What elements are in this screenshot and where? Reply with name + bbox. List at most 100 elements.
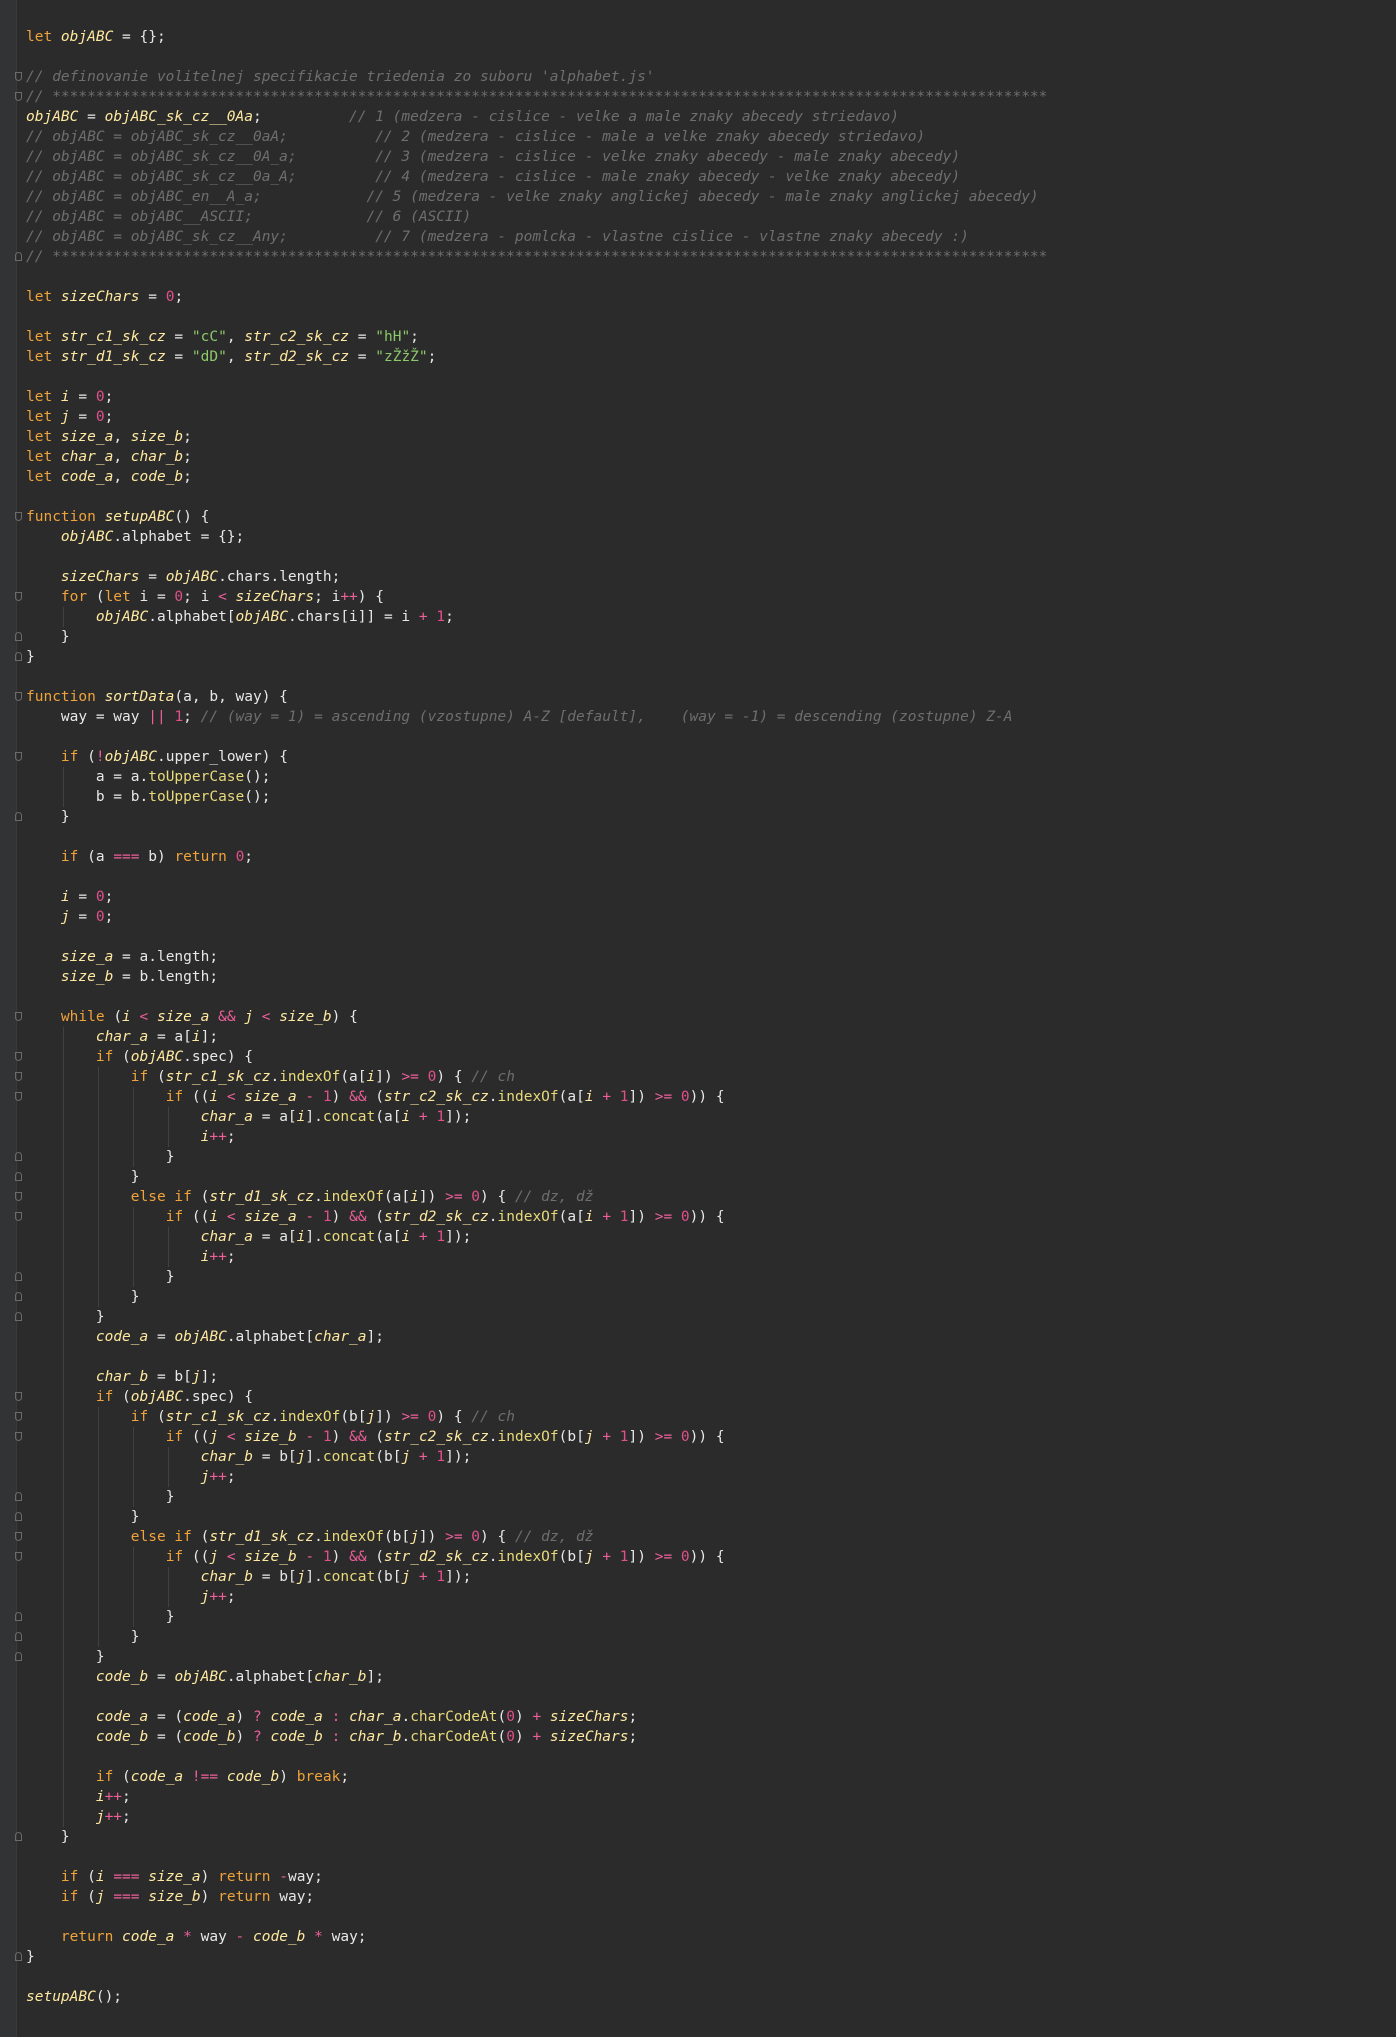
code-area[interactable]: let objABC = {}; // definovanie voliteln… (15, 27, 1396, 2007)
code-line[interactable]: } (15, 647, 1396, 667)
code-line[interactable]: if (objABC.spec) { (15, 1387, 1396, 1407)
code-line[interactable]: char_b = b[j].concat(b[j + 1]); (26, 1567, 1396, 1587)
fold-open-icon[interactable] (15, 92, 22, 101)
fold-close-icon[interactable] (15, 1612, 22, 1621)
code-line[interactable]: j++; (26, 1587, 1396, 1607)
code-line[interactable]: for (let i = 0; i < sizeChars; i++) { (15, 587, 1396, 607)
code-line[interactable]: let code_a, code_b; (26, 467, 1396, 487)
code-line[interactable]: char_a = a[i]; (26, 1027, 1396, 1047)
code-line[interactable] (26, 1747, 1396, 1767)
fold-close-icon[interactable] (15, 1952, 22, 1961)
fold-open-icon[interactable] (15, 752, 22, 761)
fold-close-icon[interactable] (15, 1632, 22, 1641)
code-line[interactable]: a = a.toUpperCase(); (26, 767, 1396, 787)
fold-close-icon[interactable] (15, 1152, 22, 1161)
fold-open-icon[interactable] (15, 72, 22, 81)
code-line[interactable]: } (15, 1627, 1396, 1647)
code-line[interactable]: let i = 0; (26, 387, 1396, 407)
fold-close-icon[interactable] (15, 1832, 22, 1841)
fold-open-icon[interactable] (15, 1212, 22, 1221)
code-line[interactable] (26, 1347, 1396, 1367)
code-line[interactable]: char_b = b[j].concat(b[j + 1]); (26, 1447, 1396, 1467)
code-line[interactable]: function setupABC() { (15, 507, 1396, 527)
code-line[interactable]: } (15, 1827, 1396, 1847)
code-line[interactable] (26, 727, 1396, 747)
code-line[interactable]: if (objABC.spec) { (15, 1047, 1396, 1067)
code-line[interactable]: } (15, 1947, 1396, 1967)
code-line[interactable]: } (15, 627, 1396, 647)
code-line[interactable]: } (15, 1167, 1396, 1187)
code-line[interactable]: let char_a, char_b; (26, 447, 1396, 467)
code-line[interactable] (26, 367, 1396, 387)
fold-open-icon[interactable] (15, 1412, 22, 1421)
code-line[interactable] (26, 267, 1396, 287)
code-line[interactable]: setupABC(); (26, 1987, 1396, 2007)
code-line[interactable]: let objABC = {}; (26, 27, 1396, 47)
fold-close-icon[interactable] (15, 252, 22, 261)
code-line[interactable]: function sortData(a, b, way) { (15, 687, 1396, 707)
code-line[interactable]: // objABC = objABC_sk_cz__0a_A; // 4 (me… (26, 167, 1396, 187)
code-line[interactable]: j++; (26, 1467, 1396, 1487)
code-line[interactable]: else if (str_d1_sk_cz.indexOf(b[j]) >= 0… (15, 1527, 1396, 1547)
code-line[interactable]: objABC = objABC_sk_cz__0Aa; // 1 (medzer… (26, 107, 1396, 127)
code-line[interactable]: // *************************************… (15, 87, 1396, 107)
code-line[interactable] (26, 1687, 1396, 1707)
fold-open-icon[interactable] (15, 1012, 22, 1021)
code-line[interactable]: // objABC = objABC__ASCII; // 6 (ASCII) (26, 207, 1396, 227)
fold-open-icon[interactable] (15, 1092, 22, 1101)
fold-open-icon[interactable] (15, 1072, 22, 1081)
code-line[interactable]: // objABC = objABC_sk_cz__0aA; // 2 (med… (26, 127, 1396, 147)
code-line[interactable] (26, 307, 1396, 327)
code-line[interactable]: if ((i < size_a - 1) && (str_c2_sk_cz.in… (15, 1087, 1396, 1107)
code-line[interactable]: return code_a * way - code_b * way; (26, 1927, 1396, 1947)
fold-close-icon[interactable] (15, 652, 22, 661)
code-line[interactable]: let sizeChars = 0; (26, 287, 1396, 307)
code-line[interactable]: sizeChars = objABC.chars.length; (26, 567, 1396, 587)
code-line[interactable]: i++; (26, 1127, 1396, 1147)
code-line[interactable]: code_b = (code_b) ? code_b : char_b.char… (26, 1727, 1396, 1747)
code-line[interactable]: i++; (26, 1787, 1396, 1807)
fold-open-icon[interactable] (15, 1532, 22, 1541)
code-editor[interactable]: let objABC = {}; // definovanie voliteln… (0, 0, 1396, 2037)
code-line[interactable]: size_a = a.length; (26, 947, 1396, 967)
code-line[interactable]: i++; (26, 1247, 1396, 1267)
fold-open-icon[interactable] (15, 1192, 22, 1201)
fold-open-icon[interactable] (15, 1392, 22, 1401)
fold-close-icon[interactable] (15, 1172, 22, 1181)
fold-open-icon[interactable] (15, 1052, 22, 1061)
code-line[interactable]: } (15, 1607, 1396, 1627)
code-line[interactable] (26, 547, 1396, 567)
fold-close-icon[interactable] (15, 1652, 22, 1661)
code-line[interactable]: char_b = b[j]; (26, 1367, 1396, 1387)
code-line[interactable]: } (15, 1267, 1396, 1287)
code-line[interactable]: } (15, 1507, 1396, 1527)
code-line[interactable]: } (15, 1487, 1396, 1507)
code-line[interactable]: if (i === size_a) return -way; (26, 1867, 1396, 1887)
fold-close-icon[interactable] (15, 812, 22, 821)
code-line[interactable]: j++; (26, 1807, 1396, 1827)
code-line[interactable]: objABC.alphabet = {}; (26, 527, 1396, 547)
code-line[interactable]: if (str_c1_sk_cz.indexOf(b[j]) >= 0) { /… (15, 1407, 1396, 1427)
code-line[interactable] (26, 1967, 1396, 1987)
code-line[interactable]: if ((i < size_a - 1) && (str_d2_sk_cz.in… (15, 1207, 1396, 1227)
code-line[interactable]: let j = 0; (26, 407, 1396, 427)
code-line[interactable]: code_a = objABC.alphabet[char_a]; (26, 1327, 1396, 1347)
code-line[interactable]: } (15, 807, 1396, 827)
fold-open-icon[interactable] (15, 592, 22, 601)
code-line[interactable] (26, 867, 1396, 887)
code-line[interactable]: char_a = a[i].concat(a[i + 1]); (26, 1227, 1396, 1247)
code-line[interactable]: // definovanie volitelnej specifikacie t… (15, 67, 1396, 87)
code-line[interactable]: } (15, 1287, 1396, 1307)
code-line[interactable]: b = b.toUpperCase(); (26, 787, 1396, 807)
code-line[interactable] (26, 987, 1396, 1007)
code-line[interactable]: else if (str_d1_sk_cz.indexOf(a[i]) >= 0… (15, 1187, 1396, 1207)
code-line[interactable]: i = 0; (26, 887, 1396, 907)
code-line[interactable]: code_a = (code_a) ? code_a : char_a.char… (26, 1707, 1396, 1727)
code-line[interactable]: if (str_c1_sk_cz.indexOf(a[i]) >= 0) { /… (15, 1067, 1396, 1087)
code-line[interactable] (26, 47, 1396, 67)
code-line[interactable]: if ((j < size_b - 1) && (str_c2_sk_cz.in… (15, 1427, 1396, 1447)
code-line[interactable]: // objABC = objABC_sk_cz__0A_a; // 3 (me… (26, 147, 1396, 167)
code-line[interactable]: // objABC = objABC_sk_cz__Any; // 7 (med… (26, 227, 1396, 247)
code-line[interactable]: // *************************************… (15, 247, 1396, 267)
code-line[interactable]: j = 0; (26, 907, 1396, 927)
